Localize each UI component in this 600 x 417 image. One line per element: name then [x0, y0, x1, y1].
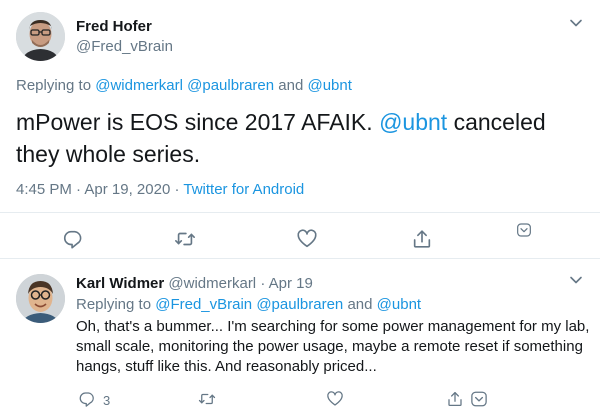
reply-count: 3: [103, 393, 111, 408]
avatar[interactable]: [16, 12, 65, 61]
mention-link[interactable]: @paulbraren: [256, 296, 343, 313]
share-icon[interactable]: [411, 228, 433, 250]
author-handle[interactable]: @Fred_vBrain: [76, 38, 173, 55]
retweet-icon[interactable]: [174, 228, 196, 250]
author-name[interactable]: Fred Hofer: [76, 18, 152, 35]
reply-icon[interactable]: [78, 390, 96, 408]
reply-icon[interactable]: [62, 228, 84, 250]
main-tweet: Fred Hofer @Fred_vBrain Replying to @wid…: [0, 0, 600, 255]
reply-tweet[interactable]: Karl Widmer @widmerkarl · Apr 19 Replyin…: [0, 262, 600, 417]
mention-link[interactable]: @ubnt: [307, 77, 351, 94]
retweet-icon[interactable]: [198, 390, 216, 408]
replying-to: Replying to @widmerkarl @paulbraren and …: [16, 77, 352, 94]
heart-icon[interactable]: [296, 228, 318, 250]
replying-and: and: [278, 77, 304, 94]
meta-separator: ·: [260, 275, 266, 292]
mention-link[interactable]: @widmerkarl: [95, 77, 183, 94]
mention-link[interactable]: @Fred_vBrain: [155, 296, 252, 313]
tweet-time[interactable]: 4:45 PM: [16, 181, 72, 198]
mention-link[interactable]: @ubnt: [377, 296, 421, 313]
mention-link[interactable]: @paulbraren: [187, 77, 274, 94]
replying-to: Replying to @Fred_vBrain @paulbraren and…: [76, 296, 421, 313]
tweet-date[interactable]: Apr 19, 2020: [84, 181, 170, 198]
divider: [0, 212, 600, 213]
replying-and: and: [347, 296, 373, 313]
meta-separator: ·: [174, 181, 180, 198]
chevron-down-icon[interactable]: [569, 273, 583, 287]
heart-icon[interactable]: [326, 390, 344, 408]
chevron-down-icon[interactable]: [516, 222, 532, 238]
mention-link[interactable]: @ubnt: [379, 109, 447, 135]
author-name[interactable]: Karl Widmer: [76, 275, 164, 292]
divider: [0, 258, 600, 259]
meta-separator: ·: [76, 181, 82, 198]
avatar-image: [16, 12, 65, 61]
avatar-image: [16, 274, 65, 323]
author-handle[interactable]: @widmerkarl: [168, 275, 256, 292]
tweet-meta: 4:45 PM · Apr 19, 2020 · Twitter for And…: [16, 181, 304, 198]
reply-header: Karl Widmer @widmerkarl · Apr 19: [76, 275, 313, 292]
share-icon[interactable]: [446, 390, 464, 408]
tweet-date[interactable]: Apr 19: [269, 275, 313, 292]
avatar[interactable]: [16, 274, 65, 323]
chevron-down-icon[interactable]: [569, 16, 583, 30]
replying-prefix: Replying to: [76, 296, 152, 313]
tweet-text-part: mPower is EOS since 2017 AFAIK.: [16, 109, 373, 135]
tweet-text: mPower is EOS since 2017 AFAIK. @ubnt ca…: [16, 106, 586, 170]
chevron-down-icon[interactable]: [470, 390, 488, 408]
tweet-source[interactable]: Twitter for Android: [183, 181, 304, 198]
replying-prefix: Replying to: [16, 77, 92, 94]
reply-text: Oh, that's a bummer... I'm searching for…: [76, 318, 590, 375]
